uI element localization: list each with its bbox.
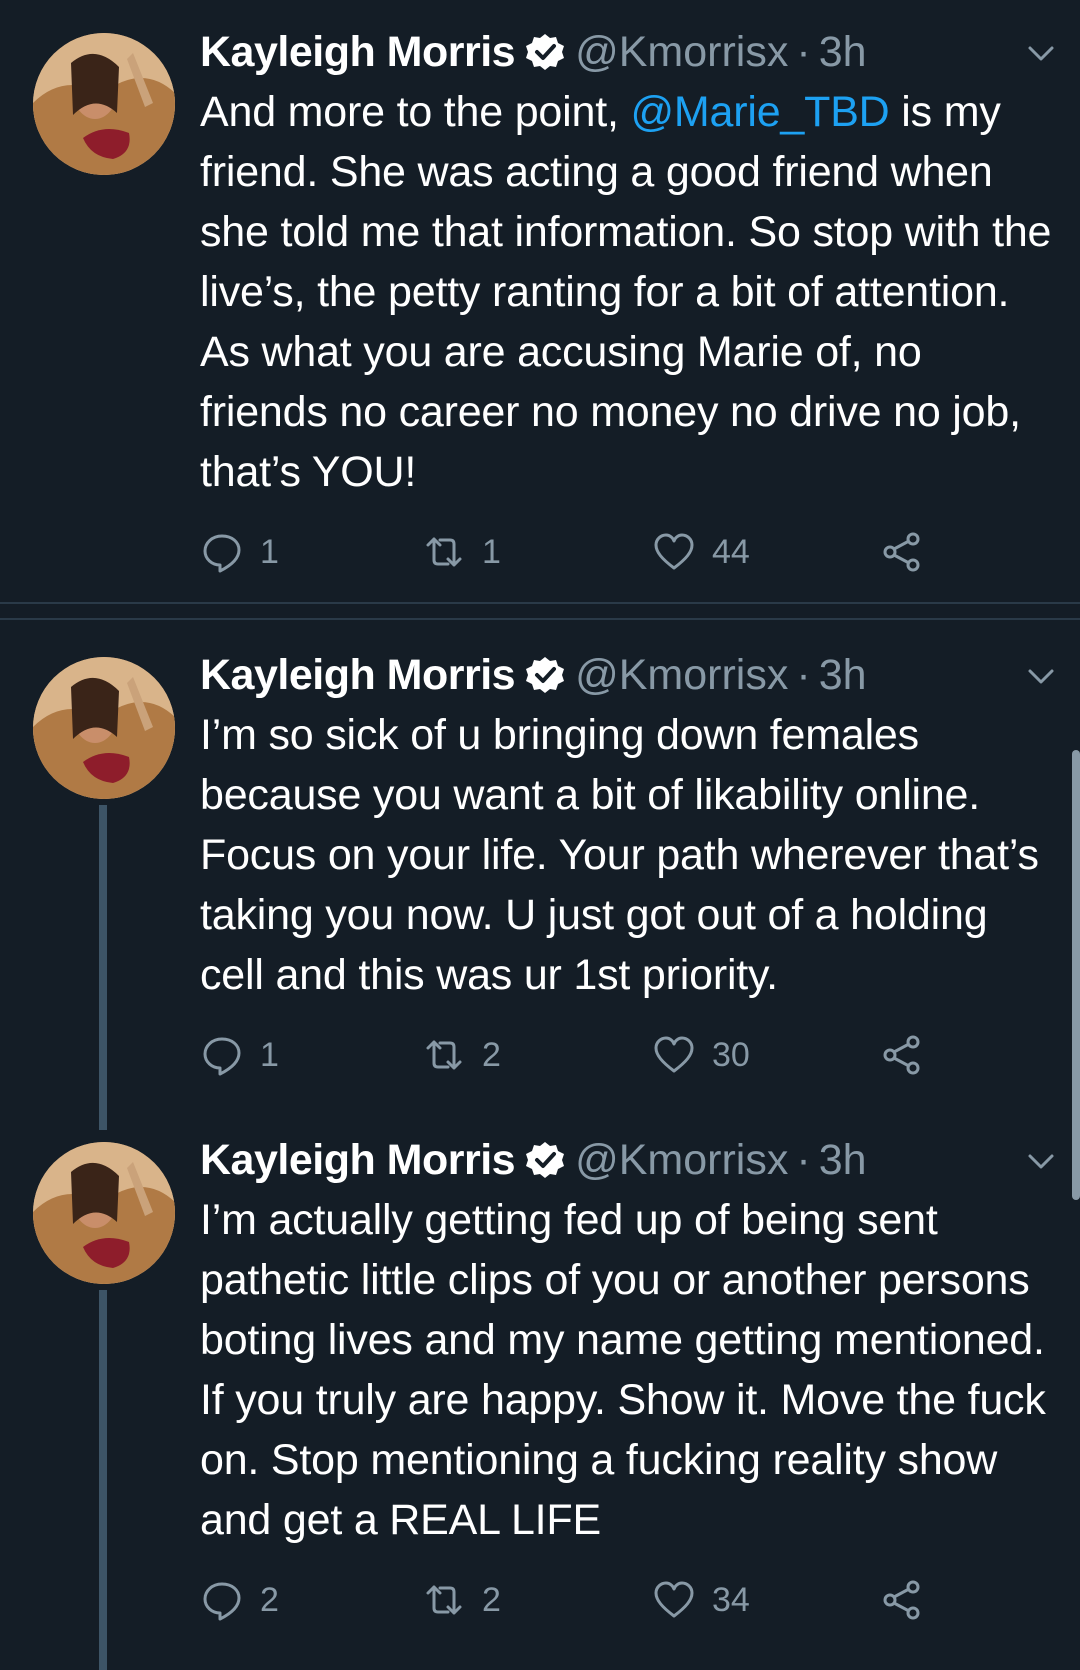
retweet-count: 2 [482,1580,501,1619]
mention-link[interactable]: @Marie_TBD [630,88,889,136]
reply-icon [200,1033,244,1077]
like-button[interactable]: 34 [652,1575,750,1625]
user-handle[interactable]: @Kmorrisx [575,22,788,82]
user-handle[interactable]: @Kmorrisx [575,1130,788,1190]
retweet-count: 1 [482,532,501,571]
timestamp[interactable]: 3h [819,645,867,705]
retweet-button[interactable]: 2 [422,1030,501,1080]
reply-icon [200,530,244,574]
chevron-down-icon[interactable] [1024,659,1058,693]
like-count: 30 [712,1035,750,1074]
thread-connector-line [99,805,107,1130]
tweet-divider [0,602,1080,604]
tweet-header: Kayleigh Morris @Kmorrisx · 3h [200,1130,1060,1190]
share-icon [880,530,924,574]
chevron-down-icon[interactable] [1024,1144,1058,1178]
reply-count: 2 [260,1580,279,1619]
retweet-icon [422,530,466,574]
avatar[interactable] [33,657,175,799]
tweet-header: Kayleigh Morris @Kmorrisx · 3h [200,22,1060,82]
verified-badge-icon [525,655,565,695]
avatar-image [33,657,175,799]
reply-count: 1 [260,1035,279,1074]
scrollbar[interactable] [1072,750,1080,1200]
like-button[interactable]: 44 [652,527,750,577]
thread-connector-line [99,1290,107,1670]
verified-badge-icon [525,32,565,72]
display-name[interactable]: Kayleigh Morris [200,1130,516,1190]
retweet-count: 2 [482,1035,501,1074]
share-button[interactable] [880,1575,924,1625]
like-button[interactable]: 30 [652,1030,750,1080]
share-icon [880,1578,924,1622]
avatar[interactable] [33,1142,175,1284]
like-count: 34 [712,1580,750,1619]
reply-button[interactable]: 1 [200,1030,279,1080]
tweet-text: And more to the point, @Marie_TBD is my … [200,82,1060,502]
reply-count: 1 [260,532,279,571]
tweet-text: I’m so sick of u bringing down females b… [200,711,1039,999]
reply-icon [200,1578,244,1622]
tweet-text: I’m actually getting fed up of being sen… [200,1196,1046,1544]
avatar-image [33,1142,175,1284]
tweet-actions: 1 1 44 [200,527,960,577]
chevron-down-icon[interactable] [1024,36,1058,70]
timestamp[interactable]: 3h [819,22,867,82]
avatar[interactable] [33,33,175,175]
separator-dot: · [796,28,811,76]
separator-dot: · [796,651,811,699]
reply-button[interactable]: 1 [200,527,279,577]
retweet-button[interactable]: 1 [422,527,501,577]
retweet-button[interactable]: 2 [422,1575,501,1625]
share-button[interactable] [880,527,924,577]
share-button[interactable] [880,1030,924,1080]
reply-button[interactable]: 2 [200,1575,279,1625]
like-icon [652,1578,696,1622]
tweet-actions: 2 2 34 [200,1575,960,1625]
user-handle[interactable]: @Kmorrisx [575,645,788,705]
like-count: 44 [712,532,750,571]
tweet-actions: 1 2 30 [200,1030,960,1080]
display-name[interactable]: Kayleigh Morris [200,645,516,705]
display-name[interactable]: Kayleigh Morris [200,22,516,82]
tweet-text-part: And more to the point, [200,88,631,136]
separator-dot: · [796,1136,811,1184]
section-divider [0,618,1080,620]
timestamp[interactable]: 3h [819,1130,867,1190]
like-icon [652,530,696,574]
tweet-text-part: is my friend. She was acting a good frie… [200,88,1052,496]
share-icon [880,1033,924,1077]
verified-badge-icon [525,1140,565,1180]
tweet-header: Kayleigh Morris @Kmorrisx · 3h [200,645,1060,705]
like-icon [652,1033,696,1077]
retweet-icon [422,1578,466,1622]
retweet-icon [422,1033,466,1077]
avatar-image [33,33,175,175]
